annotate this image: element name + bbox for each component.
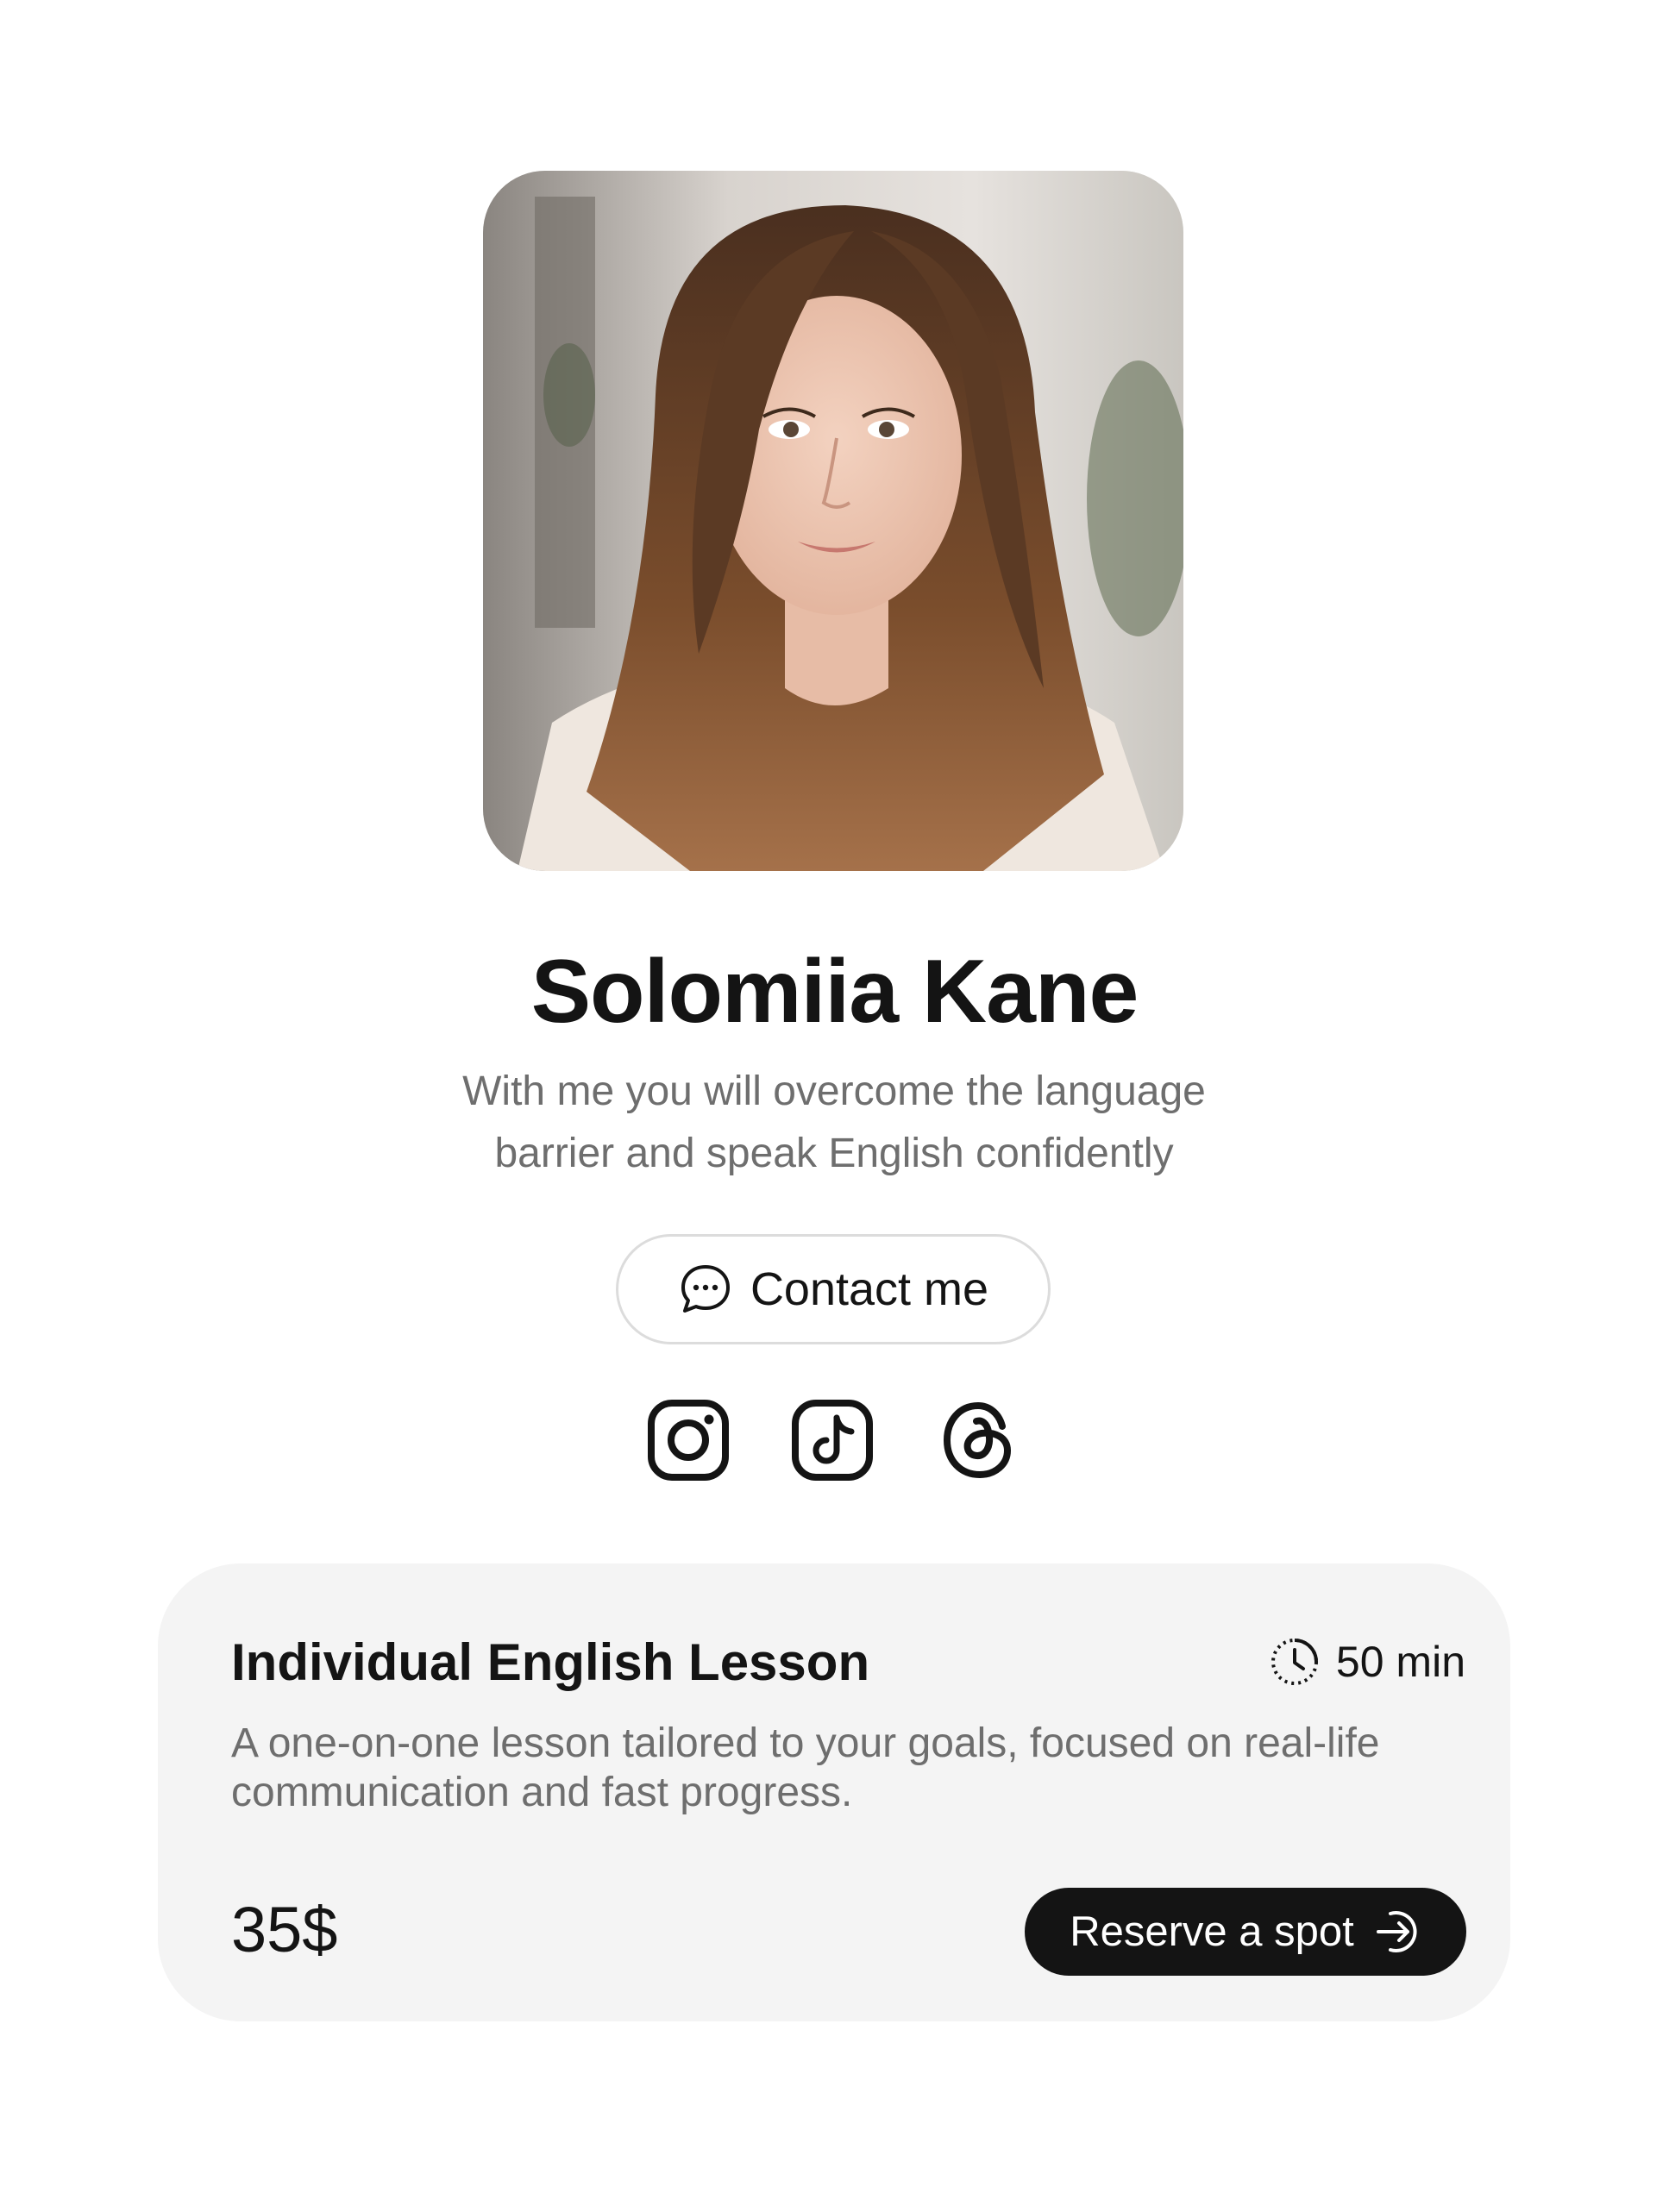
- service-price: 35$: [231, 1894, 338, 1965]
- reserve-spot-label: Reserve a spot: [1070, 1908, 1354, 1955]
- arrow-right-circle-icon: [1376, 1911, 1417, 1952]
- contact-me-button[interactable]: Contact me: [616, 1234, 1051, 1344]
- social-links: [0, 1397, 1669, 1483]
- service-card: Individual English Lesson 50 min A one-o…: [158, 1563, 1510, 2021]
- service-duration: 50 min: [1269, 1636, 1465, 1688]
- reserve-spot-button[interactable]: Reserve a spot: [1025, 1888, 1466, 1976]
- service-description: A one-on-one lesson tailored to your goa…: [231, 1720, 1380, 1815]
- threads-icon: [943, 1401, 1012, 1479]
- chat-bubble-icon: [681, 1265, 730, 1313]
- instagram-icon: [648, 1400, 729, 1481]
- tiktok-link[interactable]: [789, 1397, 875, 1483]
- instagram-link[interactable]: [645, 1397, 731, 1483]
- profile-name: Solomiia Kane: [530, 942, 1139, 1042]
- clock-icon: [1271, 1639, 1318, 1685]
- contact-me-label: Contact me: [750, 1263, 989, 1315]
- threads-link[interactable]: [937, 1397, 1023, 1483]
- tiktok-icon: [792, 1400, 873, 1481]
- service-duration-text: 50 min: [1335, 1638, 1465, 1686]
- service-title: Individual English Lesson: [231, 1633, 870, 1691]
- profile-photo: [483, 171, 1183, 871]
- profile-tagline: With me you will overcome the language b…: [462, 1068, 1206, 1176]
